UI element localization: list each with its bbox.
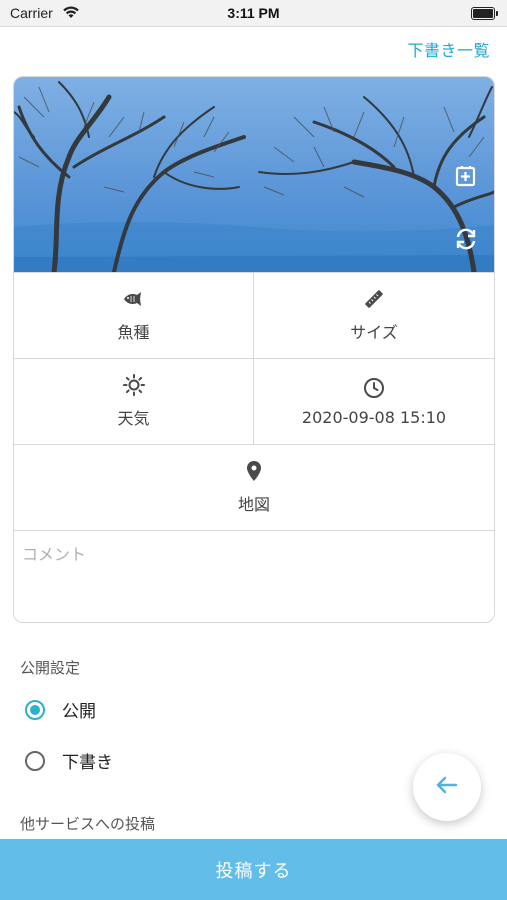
clock-icon — [362, 376, 386, 400]
size-label: サイズ — [350, 323, 398, 342]
status-bar: Carrier 3:11 PM — [0, 0, 507, 27]
catch-form-card: 魚種 サイズ 天気 2020-09-08 15:10 地図 コメント — [13, 76, 495, 623]
fish-icon — [122, 287, 146, 311]
weather-field[interactable]: 天気 — [14, 359, 253, 443]
comment-area — [14, 530, 494, 622]
add-photo-icon[interactable] — [452, 163, 480, 191]
map-row: 地図 — [14, 444, 494, 531]
other-services-title: 他サービスへの投稿 — [20, 815, 156, 833]
weather-label: 天気 — [117, 409, 150, 428]
comment-input[interactable] — [22, 545, 486, 564]
weather-datetime-row: 天気 2020-09-08 15:10 — [14, 358, 494, 445]
radio-draft[interactable]: 下書き — [25, 748, 113, 773]
radio-draft-label: 下書き — [62, 753, 113, 773]
radio-public[interactable]: 公開 — [25, 697, 96, 722]
catch-photo[interactable] — [14, 77, 494, 272]
back-button[interactable] — [413, 753, 481, 821]
sun-icon — [122, 373, 146, 397]
radio-public-label: 公開 — [62, 702, 96, 722]
map-label: 地図 — [237, 495, 270, 514]
fish-size-row: 魚種 サイズ — [14, 272, 494, 359]
datetime-value: 2020-09-08 15:10 — [301, 407, 447, 427]
fish-species-field[interactable]: 魚種 — [14, 273, 253, 357]
arrow-left-icon — [434, 772, 460, 802]
submit-post-button[interactable]: 投稿する — [0, 839, 507, 900]
map-field[interactable]: 地図 — [14, 445, 494, 529]
drafts-list-link[interactable]: 下書き一覧 — [407, 37, 490, 61]
radio-unselected-icon[interactable] — [25, 750, 45, 771]
visibility-section-title: 公開設定 — [20, 659, 81, 677]
size-field[interactable]: サイズ — [254, 273, 494, 357]
datetime-field[interactable]: 2020-09-08 15:10 — [254, 359, 494, 443]
map-pin-icon — [242, 459, 266, 483]
battery-icon — [471, 7, 498, 20]
ruler-icon — [362, 287, 386, 311]
fish-species-label: 魚種 — [117, 323, 150, 342]
rotate-icon[interactable] — [452, 225, 480, 253]
clock-time: 3:11 PM — [227, 5, 280, 21]
radio-selected-icon[interactable] — [25, 699, 45, 720]
